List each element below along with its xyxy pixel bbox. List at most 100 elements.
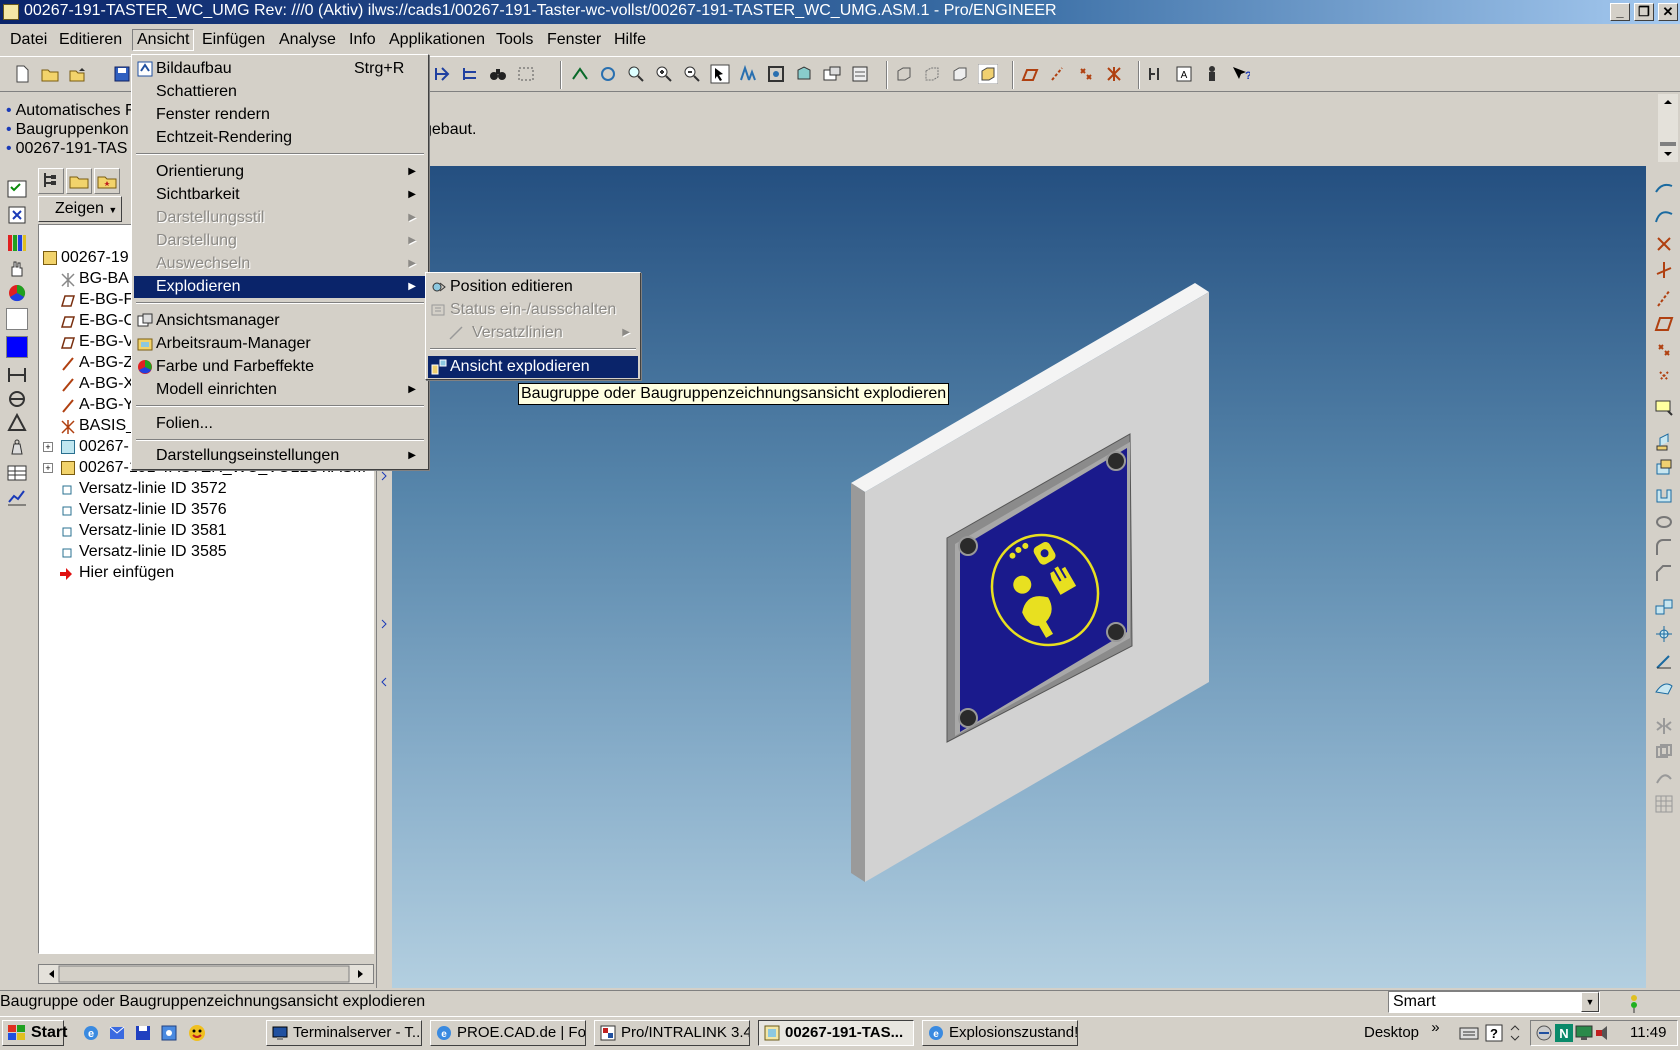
mirror-icon[interactable] [1654, 716, 1674, 736]
curve-icon[interactable] [1654, 206, 1674, 226]
tree-row-insert-here[interactable]: Hier einfügen [39, 562, 369, 584]
messenger-icon[interactable] [188, 1024, 206, 1042]
saved-views-icon[interactable] [822, 64, 842, 84]
menu-item-ansichtsmanager[interactable]: Ansichtsmanager [134, 310, 426, 332]
internet-explorer-icon[interactable]: e [82, 1024, 100, 1042]
speaker-tray-icon[interactable] [1595, 1024, 1611, 1047]
menu-item-fenster-rendern[interactable]: Fenster rendern [134, 104, 426, 126]
view-manager-icon[interactable] [794, 64, 814, 84]
model-player-icon[interactable] [1202, 64, 1222, 84]
trim-icon[interactable] [1654, 768, 1674, 788]
model-tree-tab[interactable] [38, 168, 64, 194]
menu-ansicht[interactable]: Ansicht [132, 29, 195, 51]
shading-icon[interactable] [977, 63, 999, 85]
binoculars-icon[interactable] [488, 64, 508, 84]
close-panel-icon[interactable] [6, 204, 28, 226]
n-tray-icon[interactable]: N [1555, 1024, 1573, 1047]
merge-icon[interactable] [1654, 742, 1674, 762]
zoom-in-icon[interactable] [654, 64, 674, 84]
message-scrollbar[interactable] [1658, 94, 1678, 162]
datum-axis-tool-icon[interactable] [1654, 288, 1674, 308]
close-button[interactable]: ✕ [1658, 3, 1678, 21]
network-tray-icon[interactable] [1535, 1024, 1553, 1047]
menu-item-position-editieren[interactable]: Position editieren [428, 276, 638, 298]
menu-item-folien[interactable]: Folien... [134, 413, 426, 435]
taskbar-button-proe-cad[interactable]: e PROE.CAD.de | Fo... [430, 1020, 586, 1046]
zoom-out-icon[interactable] [682, 64, 702, 84]
menu-einfuegen[interactable]: Einfügen [198, 29, 269, 51]
taskbar-button-terminalserver[interactable]: Terminalserver - T... [266, 1020, 422, 1046]
menu-item-echtzeit-rendering[interactable]: Echtzeit-Rendering [134, 127, 426, 149]
taskbar-button-proengineer[interactable]: 00267-191-TAS... [758, 1020, 914, 1046]
minimize-button[interactable]: _ [1610, 3, 1630, 21]
hidden-line-icon[interactable] [922, 64, 942, 84]
tree-row[interactable]: Versatz-linie ID 3572 [39, 478, 369, 500]
expand-icon[interactable]: + [43, 463, 53, 473]
expand-icon[interactable]: + [43, 442, 53, 452]
axis-pattern-icon[interactable] [1654, 624, 1674, 644]
menu-info[interactable]: Info [345, 29, 380, 51]
menu-datei[interactable]: Datei [6, 29, 51, 51]
selection-filter-dropdown[interactable]: Smart ▼ [1388, 991, 1600, 1013]
model-tree-toggle-icon[interactable] [6, 178, 28, 200]
tray-arrows-icon[interactable] [1509, 1024, 1521, 1047]
table-icon[interactable] [6, 462, 28, 484]
chamfer-icon[interactable] [1654, 564, 1674, 584]
save-icon[interactable] [112, 64, 132, 84]
menu-item-sichtbarkeit[interactable]: Sichtbarkeit ▶ [134, 184, 426, 206]
menu-item-bildaufbau[interactable]: Bildaufbau Strg+R [134, 58, 426, 80]
menu-item-darstellungseinstellungen[interactable]: Darstellungseinstellungen ▶ [134, 445, 426, 467]
refit-icon[interactable] [766, 64, 786, 84]
color-bars-icon[interactable] [6, 232, 28, 254]
orient-icon[interactable] [738, 64, 758, 84]
taskbar-button-explosionszustand[interactable]: e Explosionszustand!... [922, 1020, 1078, 1046]
start-button[interactable]: Start [2, 1020, 67, 1046]
outlook-icon[interactable] [108, 1024, 126, 1042]
select-cursor-icon[interactable] [710, 64, 730, 84]
app-icon[interactable] [3, 4, 19, 20]
menu-tools[interactable]: Tools [492, 29, 537, 51]
white-swatch[interactable] [6, 308, 28, 330]
maximize-button[interactable]: ❐ [1634, 3, 1654, 21]
grid-icon[interactable] [1654, 794, 1674, 814]
datum-point-tool-icon[interactable] [1654, 234, 1674, 254]
datum-display-icon[interactable] [570, 64, 590, 84]
disk-icon[interactable] [134, 1024, 152, 1042]
help-tray-icon[interactable]: ? [1485, 1024, 1505, 1047]
tree-horizontal-scrollbar[interactable] [38, 964, 374, 984]
selection-box-icon[interactable] [516, 64, 536, 84]
menu-analyse[interactable]: Analyse [275, 29, 340, 51]
wireframe-icon[interactable] [894, 64, 914, 84]
dimension-icon[interactable] [6, 364, 28, 386]
show-dropdown-button[interactable]: Zeigen ▼ [38, 196, 122, 222]
revolve-icon[interactable] [1654, 458, 1674, 478]
sketch-note-icon[interactable] [1654, 398, 1674, 418]
chevron-down-icon[interactable]: ▼ [1581, 992, 1599, 1012]
new-file-icon[interactable] [12, 64, 32, 84]
cut-icon[interactable] [1654, 486, 1674, 506]
coordinate-systems-icon[interactable] [1104, 64, 1124, 84]
round-icon[interactable] [1654, 538, 1674, 558]
hand-icon[interactable] [6, 258, 28, 280]
draft-icon[interactable] [1654, 652, 1674, 672]
weight-icon[interactable] [6, 436, 28, 458]
taskbar-button-intralink[interactable]: Pro/INTRALINK 3.4 [594, 1020, 750, 1046]
tree-row[interactable]: Versatz-linie ID 3581 [39, 520, 369, 542]
datum-points-icon[interactable] [1076, 64, 1096, 84]
open-folder-icon[interactable] [40, 64, 60, 84]
annotation-icon[interactable]: A [1174, 64, 1194, 84]
tree-row[interactable]: Versatz-linie ID 3576 [39, 499, 369, 521]
context-help-icon[interactable]: ? [1230, 64, 1252, 84]
monitor-tray-icon[interactable] [1575, 1024, 1593, 1047]
pattern-icon[interactable] [1654, 598, 1674, 618]
open-dropdown-icon[interactable] [68, 64, 88, 84]
layer-icon[interactable] [460, 64, 480, 84]
datum-plane-tool-icon[interactable] [1654, 314, 1674, 334]
desktop-toolbar-label[interactable]: Desktop » [1364, 1019, 1440, 1041]
datum-csys-tool-icon[interactable] [1654, 260, 1674, 280]
sketch-tools-icon[interactable] [1146, 64, 1166, 84]
tree-row[interactable]: Versatz-linie ID 3585 [39, 541, 369, 563]
color-wheel-icon[interactable] [6, 282, 28, 304]
triangle-icon[interactable] [6, 412, 28, 434]
datum-planes-icon[interactable] [1020, 64, 1040, 84]
